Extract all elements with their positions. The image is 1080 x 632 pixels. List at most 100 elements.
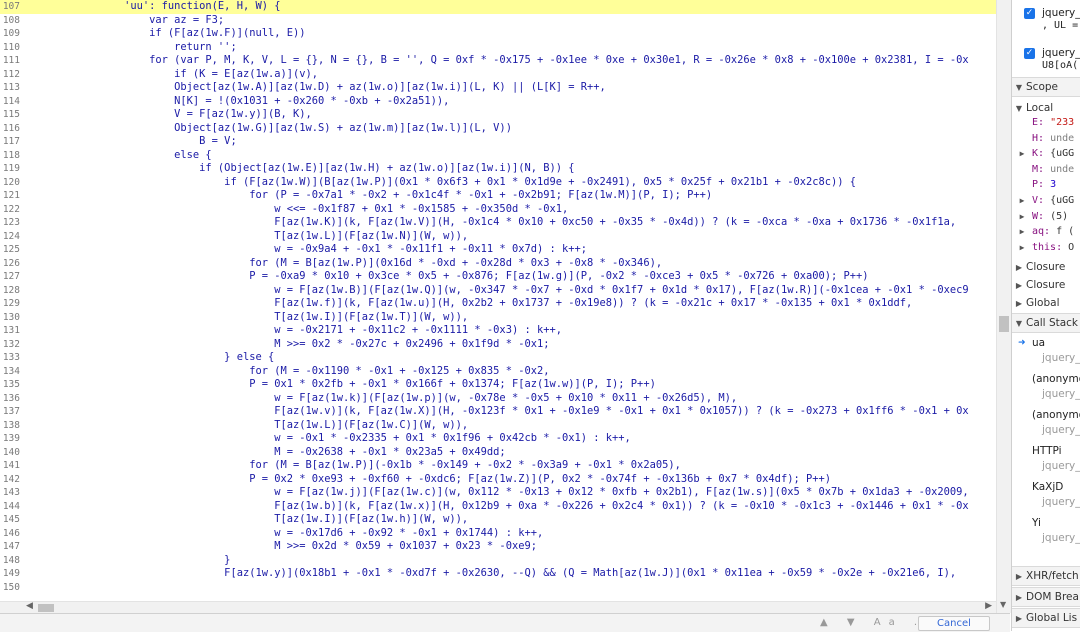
scope-variable[interactable]: H: unde [1012,132,1080,146]
code-text[interactable]: return ''; [24,41,996,55]
code-text[interactable]: var az = F3; [24,14,996,28]
code-line[interactable]: 143 w = F[az(1w.j)](F[az(1w.c)](w, 0x112… [0,486,996,500]
scope-variable[interactable]: ▶ W: (5) [1012,210,1080,224]
code-line[interactable]: 115 V = F[az(1w.y)](B, K), [0,108,996,122]
code-text[interactable]: w = F[az(1w.j)](F[az(1w.c)](w, 0x112 * -… [24,486,996,500]
scope-closure-item[interactable]: ▶ Closure [1012,278,1080,292]
code-text[interactable]: M = -0x2638 + -0x1 * 0x23a5 + 0x49dd; [24,446,996,460]
expand-triangle-icon[interactable]: ▼ [1012,102,1026,116]
code-text[interactable]: 'uu': function(E, H, W) { [24,0,996,14]
code-line[interactable]: 124 T[az(1w.L)](F[az(1w.N)](W, w)), [0,230,996,244]
scope-variable[interactable]: ▶ this: O [1012,241,1080,255]
scroll-down-icon[interactable]: ▼ [1000,600,1006,609]
code-text[interactable]: P = 0x1 * 0x2fb + -0x1 * 0x166f + 0x1374… [24,378,996,392]
scope-closure-item[interactable]: ▶ Closure [1012,260,1080,274]
code-text[interactable]: for (P = -0x7a1 * -0x2 + -0x1c4f * -0x1 … [24,189,996,203]
code-text[interactable]: M >>= 0x2 * -0x27c + 0x2496 + 0x1f9d * -… [24,338,996,352]
expand-triangle-icon[interactable]: ▼ [1012,315,1026,333]
collapsed-triangle-icon[interactable]: ▶ [1012,610,1026,628]
sidebar-section-header[interactable]: ▶ Global Lis [1012,608,1080,628]
code-line[interactable]: 130 T[az(1w.I)](F[az(1w.T)](W, w)), [0,311,996,325]
code-text[interactable]: for (var P, M, K, V, L = {}, N = {}, B =… [24,54,996,68]
code-text[interactable]: w = -0x9a4 + -0x1 * -0x11f1 + -0x11 * 0x… [24,243,996,257]
code-line[interactable]: 122 w <<= -0x1f87 + 0x1 * -0x1585 + -0x3… [0,203,996,217]
code-line[interactable]: 147 M >>= 0x2d * 0x59 + 0x1037 + 0x23 * … [0,540,996,554]
callstack-frame[interactable]: HTTPi jquery_ [1012,441,1080,477]
scope-variable[interactable]: ▶ K: {uGG [1012,147,1080,161]
code-line[interactable]: 123 F[az(1w.K)](k, F[az(1w.V)](H, -0x1c4… [0,216,996,230]
callstack-frame[interactable]: (anonymo jquery_ [1012,405,1080,441]
expand-triangle-icon[interactable]: ▶ [1012,225,1032,239]
code-text[interactable]: Object[az(1w.G)][az(1w.S) + az(1w.m)][az… [24,122,996,136]
code-line[interactable]: 109 if (F[az(1w.F)](null, E)) [0,27,996,41]
code-text[interactable]: w = -0x2171 + -0x11c2 + -0x1111 * -0x3) … [24,324,996,338]
code-line[interactable]: 112 if (K = E[az(1w.a)](v), [0,68,996,82]
code-text[interactable]: V = F[az(1w.y)](B, K), [24,108,996,122]
code-line[interactable]: 133 } else { [0,351,996,365]
breakpoint-checkbox[interactable]: ✓ [1024,8,1035,19]
code-line[interactable]: 113 Object[az(1w.A)][az(1w.D) + az(1w.o)… [0,81,996,95]
horizontal-scroll-thumb[interactable] [38,604,54,612]
code-line[interactable]: 146 w = -0x17d6 + -0x92 * -0x1 + 0x1744)… [0,527,996,541]
callstack-frame[interactable]: Yi jquery_ [1012,513,1080,549]
code-line[interactable]: 131 w = -0x2171 + -0x11c2 + -0x1111 * -0… [0,324,996,338]
code-line[interactable]: 135 P = 0x1 * 0x2fb + -0x1 * 0x166f + 0x… [0,378,996,392]
code-text[interactable]: F[az(1w.K)](k, F[az(1w.V)](H, -0x1c4 * 0… [24,216,996,230]
code-text[interactable]: P = -0xa9 * 0x10 + 0x3ce * 0x5 + -0x876;… [24,270,996,284]
code-text[interactable]: } else { [24,351,996,365]
code-line[interactable]: 108 var az = F3; [0,14,996,28]
collapsed-triangle-icon[interactable]: ▶ [1012,297,1026,311]
code-line[interactable]: 119 if (Object[az(1w.E)][az(1w.H) + az(1… [0,162,996,176]
callstack-frame[interactable]: ➜ ua jquery_ [1012,333,1080,369]
code-text[interactable]: P = 0x2 * 0xe93 + -0xf60 + -0xdc6; F[az(… [24,473,996,487]
code-text[interactable]: w = F[az(1w.B)](F[az(1w.Q)](w, -0x347 * … [24,284,996,298]
code-text[interactable]: N[K] = !(0x1031 + -0x260 * -0xb + -0x2a5… [24,95,996,109]
code-text[interactable]: } [24,554,996,568]
code-text[interactable]: F[az(1w.y)](0x18b1 + -0x1 * -0xd7f + -0x… [24,567,996,581]
code-line[interactable]: 118 else { [0,149,996,163]
local-scope-header[interactable]: ▼ Local [1012,101,1080,115]
callstack-frame[interactable]: KaXjD jquery_ [1012,477,1080,513]
code-line[interactable]: 117 B = V; [0,135,996,149]
code-text[interactable]: for (M = B[az(1w.P)](-0x1b * -0x149 + -0… [24,459,996,473]
breakpoint-checkbox[interactable]: ✓ [1024,48,1035,59]
code-text[interactable]: if (Object[az(1w.E)][az(1w.H) + az(1w.o)… [24,162,996,176]
code-line[interactable]: 134 for (M = -0x1190 * -0x1 + -0x125 + 0… [0,365,996,379]
code-line[interactable]: 150 [0,581,996,595]
code-line[interactable]: 142 P = 0x2 * 0xe93 + -0xf60 + -0xdc6; F… [0,473,996,487]
vertical-scroll-thumb[interactable] [999,316,1009,332]
code-line[interactable]: 120 if (F[az(1w.W)](B[az(1w.P)](0x1 * 0x… [0,176,996,190]
code-text[interactable]: w = -0x1 * -0x2335 + 0x1 * 0x1f96 + 0x42… [24,432,996,446]
scope-variable[interactable]: M: unde [1012,163,1080,177]
code-text[interactable]: w = F[az(1w.k)](F[az(1w.p)](w, -0x78e * … [24,392,996,406]
code-text[interactable]: if (K = E[az(1w.a)](v), [24,68,996,82]
code-text[interactable]: else { [24,149,996,163]
code-line[interactable]: 111 for (var P, M, K, V, L = {}, N = {},… [0,54,996,68]
code-line[interactable]: 137 F[az(1w.v)](k, F[az(1w.X)](H, -0x123… [0,405,996,419]
code-line[interactable]: 149 F[az(1w.y)](0x18b1 + -0x1 * -0xd7f +… [0,567,996,581]
code-text[interactable]: F[az(1w.b)](k, F[az(1w.x)](H, 0x12b9 + 0… [24,500,996,514]
code-text[interactable]: if (F[az(1w.W)](B[az(1w.P)](0x1 * 0x6f3 … [24,176,996,190]
code-line[interactable]: 121 for (P = -0x7a1 * -0x2 + -0x1c4f * -… [0,189,996,203]
expand-triangle-icon[interactable]: ▶ [1012,210,1032,224]
expand-triangle-icon[interactable]: ▶ [1012,194,1032,208]
code-text[interactable]: for (M = B[az(1w.P)](0x16d * -0xd + -0x2… [24,257,996,271]
expand-triangle-icon[interactable]: ▶ [1012,241,1032,255]
breakpoint-item[interactable]: ✓ jquery_, UL = [1012,2,1080,34]
code-text[interactable]: M >>= 0x2d * 0x59 + 0x1037 + 0x23 * -0xe… [24,540,996,554]
scope-variable[interactable]: P: 3 [1012,178,1080,192]
vertical-scrollbar[interactable]: ▼ [996,0,1011,613]
code-text[interactable]: T[az(1w.I)](F[az(1w.T)](W, w)), [24,311,996,325]
callstack-frame[interactable]: (anonymo jquery_ [1012,369,1080,405]
collapsed-triangle-icon[interactable]: ▶ [1012,568,1026,586]
code-line[interactable]: 136 w = F[az(1w.k)](F[az(1w.p)](w, -0x78… [0,392,996,406]
scope-section-header[interactable]: ▼ Scope [1012,77,1080,97]
expand-triangle-icon[interactable]: ▶ [1012,147,1032,161]
code-line[interactable]: 129 F[az(1w.f)](k, F[az(1w.u)](H, 0x2b2 … [0,297,996,311]
collapsed-triangle-icon[interactable]: ▶ [1012,279,1026,293]
code-line[interactable]: 127 P = -0xa9 * 0x10 + 0x3ce * 0x5 + -0x… [0,270,996,284]
callstack-section-header[interactable]: ▼ Call Stack [1012,313,1080,333]
code-text[interactable]: T[az(1w.I)](F[az(1w.h)](W, w)), [24,513,996,527]
code-text[interactable]: w <<= -0x1f87 + 0x1 * -0x1585 + -0x350d … [24,203,996,217]
code-line[interactable]: 114 N[K] = !(0x1031 + -0x260 * -0xb + -0… [0,95,996,109]
